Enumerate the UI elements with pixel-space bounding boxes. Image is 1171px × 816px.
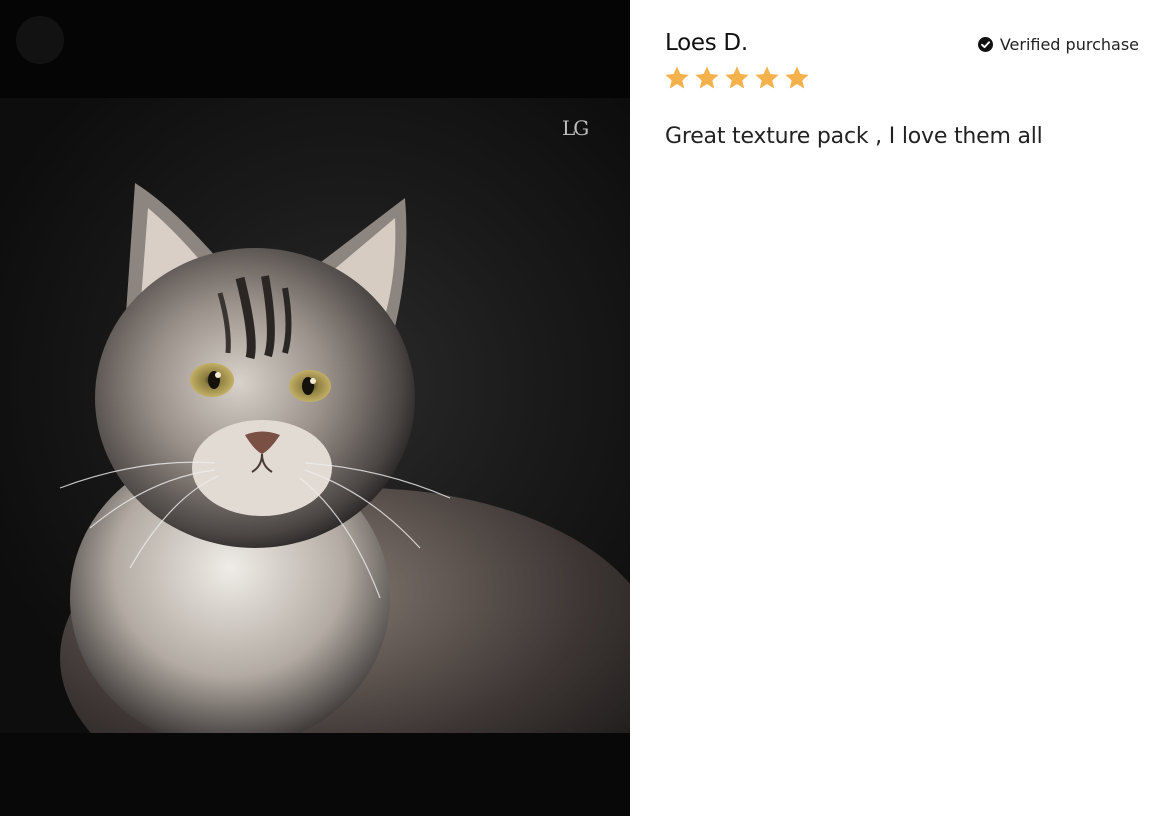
verified-purchase-label: Verified purchase	[999, 35, 1139, 54]
star-icon	[783, 64, 811, 92]
star-rating	[663, 64, 811, 92]
review-media-pane: LG	[0, 0, 630, 816]
review-photo: LG	[0, 98, 630, 733]
check-circle-icon	[977, 37, 993, 52]
photo-watermark: LG	[562, 116, 589, 140]
star-icon	[723, 64, 751, 92]
close-button[interactable]	[16, 16, 64, 64]
media-top-band	[0, 0, 630, 98]
media-bottom-band	[0, 733, 630, 816]
review-modal: LG Loes D. Verified purchase Great textu…	[0, 0, 1171, 816]
cat-photo-illustration	[59, 183, 630, 733]
review-text: Great texture pack , I love them all	[665, 124, 1043, 149]
verified-purchase-badge: Verified purchase	[977, 35, 1139, 54]
review-details-pane: Loes D. Verified purchase Great texture …	[630, 0, 1171, 816]
star-icon	[693, 64, 721, 92]
star-icon	[663, 64, 691, 92]
star-icon	[753, 64, 781, 92]
reviewer-name: Loes D.	[665, 30, 748, 56]
